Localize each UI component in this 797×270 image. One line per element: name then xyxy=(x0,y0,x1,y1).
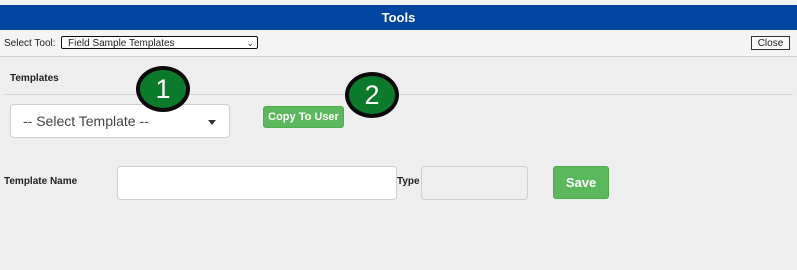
close-button[interactable]: Close xyxy=(751,36,790,50)
template-name-label: Template Name xyxy=(4,176,78,187)
select-tool-label: Select Tool: xyxy=(4,38,56,49)
tool-select[interactable]: Field Sample Templates ⌄ xyxy=(61,36,258,49)
window-title: Tools xyxy=(0,5,797,30)
step-marker-2: 2 xyxy=(345,72,399,118)
templates-section-label: Templates xyxy=(10,73,59,84)
save-button[interactable]: Save xyxy=(553,166,609,199)
step-marker-1: 1 xyxy=(136,66,190,112)
template-select[interactable]: -- Select Template -- xyxy=(10,104,230,138)
caret-down-icon xyxy=(208,120,216,125)
chevron-down-icon: ⌄ xyxy=(246,38,254,48)
type-label: Type xyxy=(397,176,420,187)
tool-select-value: Field Sample Templates xyxy=(68,38,175,49)
copy-to-user-button[interactable]: Copy To User xyxy=(263,106,344,128)
template-select-value: -- Select Template -- xyxy=(23,113,149,129)
type-input xyxy=(421,166,528,200)
tool-toolbar: Select Tool: Field Sample Templates ⌄ Cl… xyxy=(0,30,797,57)
template-name-input[interactable] xyxy=(117,166,397,200)
